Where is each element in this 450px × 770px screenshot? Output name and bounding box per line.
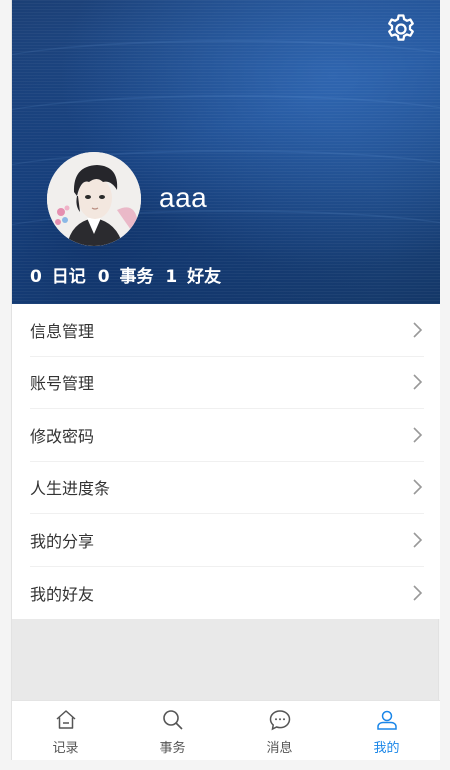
diary-count: 0 [30, 267, 42, 287]
tab-label: 我的 [373, 741, 400, 756]
chevron-right-icon [413, 585, 423, 601]
chevron-right-icon [413, 532, 423, 548]
username: aaa [159, 182, 208, 213]
chat-icon [269, 710, 290, 731]
menu-item-my-friends[interactable]: 我的好友 [30, 567, 424, 620]
avatar-illustration [47, 152, 141, 246]
menu-item-label: 人生进度条 [30, 479, 111, 499]
header-wave-decoration [12, 95, 440, 155]
menu-item-account-management[interactable]: 账号管理 [30, 357, 424, 409]
chevron-right-icon [413, 374, 423, 390]
menu-item-change-password[interactable]: 修改密码 [30, 409, 424, 462]
friend-label[interactable]: 好友 [187, 267, 221, 287]
avatar[interactable] [47, 152, 141, 246]
profile-stats: 0 日记 0 事务 1 好友 [30, 262, 221, 287]
tab-records[interactable]: 记录 [12, 701, 119, 760]
home-icon [56, 710, 75, 729]
menu-item-info-management[interactable]: 信息管理 [30, 304, 424, 357]
bottom-tab-bar: 记录 事务 消息 我的 [12, 700, 440, 760]
task-label[interactable]: 事务 [119, 267, 153, 287]
menu-item-label: 信息管理 [30, 321, 95, 341]
menu-item-label: 账号管理 [30, 374, 95, 394]
phone-screen: aaa 0 日记 0 事务 1 好友 信息管理 账号管理 修改密码 人生进度条 … [11, 0, 440, 760]
menu-item-label: 我的分享 [30, 531, 95, 551]
gear-icon[interactable] [384, 12, 418, 46]
user-icon [376, 710, 397, 730]
diary-label[interactable]: 日记 [52, 267, 86, 287]
menu-item-my-shares[interactable]: 我的分享 [30, 514, 424, 567]
tab-messages[interactable]: 消息 [226, 701, 333, 760]
settings-menu: 信息管理 账号管理 修改密码 人生进度条 我的分享 我的好友 [12, 304, 440, 619]
header-wave-decoration [12, 40, 440, 100]
tab-label: 消息 [266, 741, 293, 756]
search-icon [162, 710, 183, 730]
menu-item-label: 修改密码 [30, 426, 95, 446]
tab-label: 记录 [52, 741, 79, 756]
friend-count: 1 [165, 267, 178, 287]
task-count: 0 [97, 267, 110, 287]
tab-mine[interactable]: 我的 [333, 701, 440, 760]
chevron-right-icon [413, 322, 423, 338]
chevron-right-icon [413, 479, 423, 495]
profile-header: aaa 0 日记 0 事务 1 好友 [12, 0, 440, 304]
tab-label: 事务 [159, 741, 186, 756]
tab-tasks[interactable]: 事务 [119, 701, 226, 760]
menu-item-life-progress[interactable]: 人生进度条 [30, 462, 424, 514]
menu-item-label: 我的好友 [30, 584, 95, 604]
chevron-right-icon [413, 427, 423, 443]
